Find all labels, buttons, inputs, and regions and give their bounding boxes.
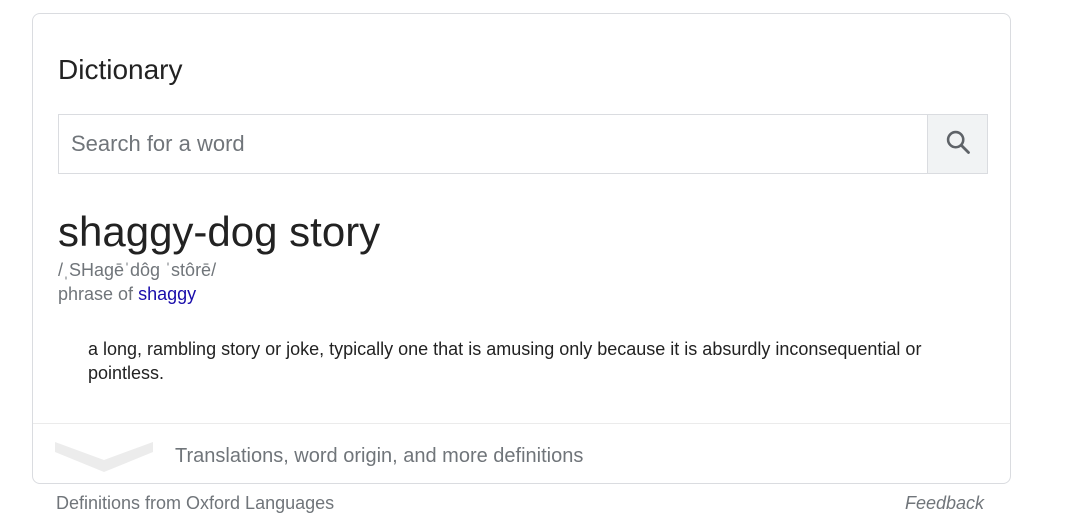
feedback-link[interactable]: Feedback [905, 493, 984, 514]
footer-source: Definitions from Oxford Languages [56, 493, 335, 513]
search-icon [944, 128, 972, 161]
search-button[interactable] [927, 115, 987, 173]
pronunciation: /ˌSHagēˈdôg ˈstôrē/ [58, 260, 217, 280]
phrase-of: phrase of shaggy [58, 283, 196, 305]
more-definitions-toggle[interactable]: Translations, word origin, and more defi… [33, 424, 1010, 483]
phrase-prefix: phrase of [58, 284, 139, 304]
card-title: Dictionary [58, 54, 183, 85]
search-box [58, 114, 988, 174]
headword: shaggy-dog story [58, 208, 381, 255]
phrase-link[interactable]: shaggy [138, 284, 196, 304]
chevron-down-icon [55, 438, 153, 477]
more-definitions-label: Translations, word origin, and more defi… [175, 445, 584, 467]
definition: a long, rambling story or joke, typicall… [88, 339, 922, 383]
search-input[interactable] [59, 115, 927, 173]
dictionary-card: Dictionary shaggy-dog story /ˌSHagēˈdôg … [32, 13, 1011, 484]
